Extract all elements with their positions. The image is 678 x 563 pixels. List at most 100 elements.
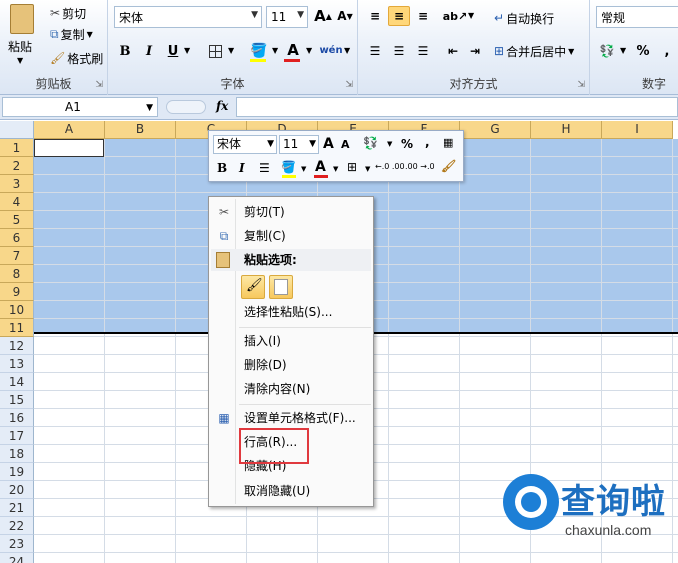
- currency-button[interactable]: 💱: [596, 41, 618, 61]
- mini-comma-button[interactable]: ,: [425, 135, 430, 149]
- underline-button[interactable]: U: [162, 41, 184, 61]
- row-header[interactable]: 9: [0, 283, 34, 301]
- row-header[interactable]: 19: [0, 463, 34, 481]
- cut-button[interactable]: ✂ 剪切: [50, 3, 86, 23]
- mini-increase-decimal-button[interactable]: ←.0 .00: [375, 162, 405, 171]
- row-header[interactable]: 15: [0, 391, 34, 409]
- increase-indent-button[interactable]: ⇥: [464, 41, 486, 61]
- align-left-button[interactable]: ☰: [364, 41, 386, 61]
- select-all-corner[interactable]: [0, 121, 34, 139]
- paste-option-formatting[interactable]: 🖌: [241, 275, 265, 299]
- row-header[interactable]: 3: [0, 175, 34, 193]
- align-center-button[interactable]: ☰: [388, 41, 410, 61]
- mini-fill-color-button[interactable]: 🪣: [281, 160, 296, 174]
- mini-bold-button[interactable]: B: [217, 161, 227, 175]
- mini-grow-font-button[interactable]: A: [323, 136, 334, 152]
- row-header[interactable]: 12: [0, 337, 34, 355]
- menu-item-insert[interactable]: 插入(I): [211, 330, 371, 352]
- mini-font-name-combo[interactable]: 宋体 ▼: [213, 135, 277, 154]
- row-header[interactable]: 5: [0, 211, 34, 229]
- row-header[interactable]: 10: [0, 301, 34, 319]
- row-header[interactable]: 17: [0, 427, 34, 445]
- chevron-down-icon: ▼: [468, 11, 475, 20]
- mini-align-center-button[interactable]: ☰: [259, 161, 270, 175]
- row-header[interactable]: 6: [0, 229, 34, 247]
- row-header[interactable]: 7: [0, 247, 34, 265]
- mini-border-button[interactable]: ⊞: [347, 160, 357, 174]
- row-header[interactable]: 2: [0, 157, 34, 175]
- row-header[interactable]: 4: [0, 193, 34, 211]
- number-format-combo[interactable]: 常规: [596, 6, 678, 28]
- paste-button[interactable]: 粘贴 ▼: [4, 4, 40, 65]
- shrink-font-button[interactable]: A ▼: [334, 6, 356, 26]
- row-header[interactable]: 14: [0, 373, 34, 391]
- dialog-launcher-icon[interactable]: ⇲: [345, 80, 353, 90]
- mini-toolbar: 宋体 ▼ 11 ▼ A A 💱 ▼ % , ▦ B I ☰ 🪣 ▼ A ▼ ⊞ …: [208, 130, 464, 182]
- row-header[interactable]: 22: [0, 517, 34, 535]
- column-header[interactable]: B: [105, 121, 176, 139]
- row-header[interactable]: 13: [0, 355, 34, 373]
- menu-item-paste-special[interactable]: 选择性粘贴(S)...: [211, 301, 371, 323]
- menu-item-copy[interactable]: ⧉ 复制(C): [211, 225, 371, 247]
- font-color-button[interactable]: A: [282, 40, 304, 60]
- column-header[interactable]: I: [602, 121, 673, 139]
- mini-currency-icon[interactable]: 💱: [363, 136, 378, 150]
- copy-button[interactable]: ⧉ 复制 ▼: [50, 24, 93, 44]
- menu-item-clear-contents[interactable]: 清除内容(N): [211, 378, 371, 400]
- dialog-launcher-icon[interactable]: ⇲: [95, 80, 103, 90]
- row-header[interactable]: 16: [0, 409, 34, 427]
- merge-center-button[interactable]: ⊞ 合并后居中 ▼: [494, 41, 574, 61]
- copy-label: 复制: [60, 27, 85, 42]
- align-bottom-button[interactable]: ≡: [412, 6, 434, 26]
- percent-button[interactable]: %: [632, 41, 654, 61]
- row-header[interactable]: 23: [0, 535, 34, 553]
- grow-font-button[interactable]: A ▲: [312, 6, 334, 26]
- row-header[interactable]: 18: [0, 445, 34, 463]
- active-cell[interactable]: [34, 139, 104, 157]
- decrease-indent-button[interactable]: ⇤: [442, 41, 464, 61]
- comma-button[interactable]: ,: [656, 41, 678, 61]
- italic-button[interactable]: I: [138, 41, 160, 61]
- fill-color-button[interactable]: 🪣: [248, 41, 270, 61]
- insert-function-button[interactable]: fx: [216, 99, 228, 113]
- menu-item-delete[interactable]: 删除(D): [211, 354, 371, 376]
- mini-italic-button[interactable]: I: [239, 161, 245, 175]
- row-header[interactable]: 24: [0, 553, 34, 563]
- align-right-button[interactable]: ☰: [412, 41, 434, 61]
- mini-font-color-button[interactable]: A: [315, 159, 326, 175]
- menu-item-format-cells[interactable]: ▦ 设置单元格格式(F)...: [211, 407, 371, 429]
- font-name-combo[interactable]: 宋体 ▼: [114, 6, 262, 28]
- column-header[interactable]: A: [34, 121, 105, 139]
- font-size-combo[interactable]: 11 ▼: [266, 6, 308, 28]
- column-header[interactable]: H: [531, 121, 602, 139]
- formula-input[interactable]: [236, 97, 678, 117]
- row-header[interactable]: 21: [0, 499, 34, 517]
- paste-option-values[interactable]: [269, 275, 293, 299]
- mini-format-painter-icon[interactable]: ▦: [443, 136, 453, 149]
- mini-font-size-combo[interactable]: 11 ▼: [279, 135, 319, 154]
- align-middle-button[interactable]: ≡: [388, 6, 410, 26]
- bold-button[interactable]: B: [114, 41, 136, 61]
- row-header[interactable]: 11: [0, 319, 34, 337]
- mini-percent-button[interactable]: %: [401, 137, 413, 151]
- format-painter-button[interactable]: 🖌 格式刷: [50, 48, 103, 68]
- mini-shrink-font-button[interactable]: A: [341, 138, 350, 151]
- orientation-button[interactable]: ab↗: [443, 6, 468, 26]
- name-box[interactable]: A1 ▼: [2, 97, 158, 117]
- menu-item-unhide[interactable]: 取消隐藏(U): [211, 480, 371, 502]
- clipboard-group: 粘贴 ▼ ✂ 剪切 ⧉ 复制 ▼ 🖌 格式刷 剪贴板 ⇲: [0, 0, 108, 95]
- menu-item-label: 粘贴选项:: [244, 253, 297, 267]
- wrap-text-button[interactable]: ↵ 自动换行: [494, 8, 554, 28]
- formula-bar-splitter[interactable]: [166, 100, 206, 114]
- column-header[interactable]: G: [460, 121, 531, 139]
- mini-decrease-decimal-button[interactable]: .00 →.0: [405, 162, 435, 171]
- phonetic-button[interactable]: wén: [319, 40, 342, 60]
- dialog-launcher-icon[interactable]: ⇲: [577, 80, 585, 90]
- row-header[interactable]: 8: [0, 265, 34, 283]
- border-button[interactable]: [204, 41, 226, 61]
- align-top-button[interactable]: ≡: [364, 6, 386, 26]
- row-header[interactable]: 1: [0, 139, 34, 157]
- row-header[interactable]: 20: [0, 481, 34, 499]
- menu-item-cut[interactable]: ✂ 剪切(T): [211, 201, 371, 223]
- mini-brush-icon[interactable]: 🖌: [441, 159, 456, 173]
